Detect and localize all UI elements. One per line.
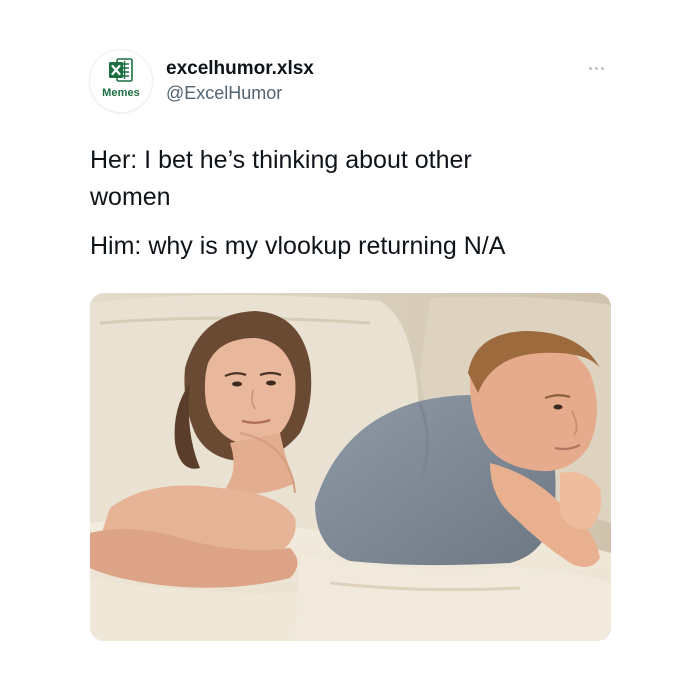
- tweet-card: Memes excelhumor.xlsx @ExcelHumor Her: I…: [0, 0, 700, 700]
- tweet-text-line: Him: why is my vlookup returning N/A: [90, 232, 506, 260]
- display-name[interactable]: excelhumor.xlsx: [166, 58, 314, 80]
- tweet-media-image[interactable]: [90, 293, 611, 641]
- user-handle[interactable]: @ExcelHumor: [166, 83, 282, 104]
- avatar-badge: Memes: [102, 87, 140, 99]
- meme-photo: [90, 293, 611, 641]
- more-options-icon: [588, 66, 592, 70]
- excel-logo-icon: [109, 58, 133, 82]
- more-options-button[interactable]: [578, 58, 614, 78]
- tweet-text-line: women: [90, 183, 171, 211]
- avatar[interactable]: Memes: [90, 50, 152, 112]
- tweet-text-line: Her: I bet he’s thinking about other: [90, 146, 472, 174]
